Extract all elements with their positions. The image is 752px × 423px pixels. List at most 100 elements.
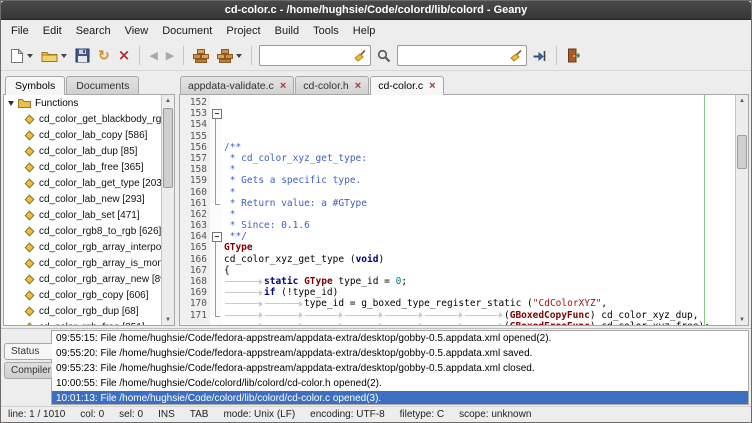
save-button[interactable] (71, 43, 94, 68)
find-button[interactable] (373, 43, 395, 68)
symbol-item[interactable]: cd_color_lab_dup [85] (4, 143, 174, 159)
line-number[interactable]: 164 (180, 231, 207, 242)
fold-margin-row (210, 298, 222, 309)
scroll-down-icon[interactable]: ▼ (162, 314, 174, 325)
window-titlebar[interactable]: cd-color.c - /home/hughsie/Code/colord/l… (1, 1, 751, 20)
menu-view[interactable]: View (118, 22, 156, 40)
line-number[interactable]: 162 (180, 209, 207, 220)
line-number[interactable]: 165 (180, 242, 207, 253)
sidebar-tab-documents[interactable]: Documents (66, 76, 139, 95)
menu-edit[interactable]: Edit (36, 22, 69, 40)
build-dropdown-icon[interactable] (236, 54, 242, 58)
symbol-item[interactable]: cd_color_rgb_array_interpolate [9 (4, 239, 174, 255)
line-number[interactable]: 155 (180, 131, 207, 142)
scroll-down-icon[interactable]: ▼ (736, 314, 748, 325)
tab-close-icon[interactable]: × (280, 81, 286, 92)
search-entry[interactable] (259, 45, 371, 66)
fold-margin[interactable] (210, 95, 222, 325)
menu-tools[interactable]: Tools (306, 22, 346, 40)
symbol-item[interactable]: cd_color_rgb_array_is_monotonic (4, 255, 174, 271)
symbol-item[interactable]: cd_color_lab_copy [586] (4, 127, 174, 143)
line-number[interactable]: 154 (180, 119, 207, 130)
symbol-item[interactable]: cd_color_get_blackbody_rgb [97 (4, 111, 174, 127)
sidebar-scrollbar[interactable]: ▲ ▼ (161, 95, 174, 325)
status-message-row[interactable]: 09:55:15: File /home/hughsie/Code/fedora… (52, 331, 748, 346)
goto-line-button[interactable] (529, 43, 551, 68)
goto-line-input[interactable] (401, 46, 510, 65)
goto-line-entry[interactable] (397, 45, 527, 66)
line-number[interactable]: 163 (180, 220, 207, 231)
build-button[interactable] (213, 43, 246, 68)
revert-button[interactable]: ↻ (94, 43, 114, 68)
line-number[interactable]: 170 (180, 298, 207, 309)
menu-build[interactable]: Build (268, 22, 306, 40)
status-message-row[interactable]: 09:55:23: File /home/hughsie/Code/fedora… (52, 361, 748, 376)
document-tab[interactable]: cd-color.h× (295, 76, 369, 95)
status-message-row[interactable]: 10:00:55: File /home/hughsie/Code/colord… (52, 376, 748, 391)
status-messages-list[interactable]: 09:55:15: File /home/hughsie/Code/fedora… (51, 330, 749, 405)
line-number[interactable]: 159 (180, 175, 207, 186)
symbol-item[interactable]: cd_color_lab_set [471] (4, 207, 174, 223)
new-file-dropdown-icon[interactable] (27, 54, 33, 58)
message-tab-compiler[interactable]: Compiler (4, 362, 52, 379)
code-area[interactable]: /** * cd_color_xyz_get_type: * * Gets a … (222, 95, 735, 325)
scroll-up-icon[interactable]: ▲ (162, 95, 174, 106)
line-number[interactable]: 167 (180, 265, 207, 276)
code-editor[interactable]: 1521531541551561571581591601611621631641… (179, 94, 749, 326)
symbol-item[interactable]: cd_color_rgb_dup [68] (4, 303, 174, 319)
menu-project[interactable]: Project (219, 22, 267, 40)
message-tab-status[interactable]: Status (4, 343, 52, 360)
line-number[interactable]: 168 (180, 276, 207, 287)
line-number[interactable]: 169 (180, 287, 207, 298)
line-number[interactable]: 157 (180, 153, 207, 164)
line-number[interactable]: 171 (180, 310, 207, 321)
compile-button[interactable] (189, 43, 213, 68)
line-number[interactable]: 160 (180, 187, 207, 198)
navigate-back-button[interactable]: ◀ (145, 43, 161, 68)
close-document-button[interactable]: × (114, 43, 135, 68)
clear-search-icon[interactable] (354, 49, 367, 62)
sidebar-scrollbar-thumb[interactable] (163, 108, 173, 188)
line-number[interactable]: 153 (180, 108, 207, 119)
sidebar-tab-symbols[interactable]: Symbols (5, 76, 65, 95)
tab-close-icon[interactable]: × (355, 81, 361, 92)
menu-search[interactable]: Search (69, 22, 118, 40)
menu-document[interactable]: Document (155, 22, 219, 40)
line-number[interactable]: 152 (180, 97, 207, 108)
navigate-forward-button[interactable]: ▶ (162, 43, 178, 68)
symbol-item[interactable]: cd_color_rgb_free [351] (4, 319, 174, 326)
clear-goto-icon[interactable] (510, 49, 523, 62)
symbol-item[interactable]: cd_color_lab_free [365] (4, 159, 174, 175)
symbol-item[interactable]: cd_color_rgb_copy [606] (4, 287, 174, 303)
symbol-item[interactable]: cd_color_rgb8_to_rgb [626] (4, 223, 174, 239)
status-message-row[interactable]: 10:01:13: File /home/hughsie/Code/colord… (52, 391, 748, 405)
line-number[interactable]: 161 (180, 198, 207, 209)
expander-icon[interactable] (8, 101, 14, 106)
new-file-button[interactable] (6, 43, 37, 68)
open-file-dropdown-icon[interactable] (61, 54, 67, 58)
line-number-gutter[interactable]: 1521531541551561571581591601611621631641… (180, 95, 210, 325)
scroll-up-icon[interactable]: ▲ (736, 95, 748, 106)
symbol-item[interactable]: cd_color_lab_new [293] (4, 191, 174, 207)
open-file-button[interactable] (37, 43, 71, 68)
status-message-row[interactable]: 09:55:20: File /home/hughsie/Code/fedora… (52, 346, 748, 361)
menu-file[interactable]: File (4, 22, 36, 40)
line-number[interactable]: 156 (180, 142, 207, 153)
line-number[interactable]: 158 (180, 164, 207, 175)
symbol-item[interactable]: cd_color_lab_get_type [203] (4, 175, 174, 191)
editor-scrollbar[interactable]: ▲ ▼ (735, 95, 748, 325)
fold-marker-icon[interactable] (210, 108, 222, 119)
symbol-item[interactable]: cd_color_rgb_array_new [896] (4, 271, 174, 287)
document-tab[interactable]: appdata-validate.c× (180, 76, 294, 95)
menu-help[interactable]: Help (346, 22, 383, 40)
search-input[interactable] (263, 46, 354, 65)
document-tab[interactable]: cd-color.c× (370, 76, 443, 95)
quit-button[interactable] (562, 43, 585, 68)
line-number[interactable]: 166 (180, 254, 207, 265)
symbols-root-row[interactable]: Functions (4, 95, 174, 111)
tab-whitespace-icon (384, 321, 424, 325)
fold-marker-icon[interactable] (210, 231, 222, 242)
tab-close-icon[interactable]: × (429, 81, 435, 92)
editor-scrollbar-thumb[interactable] (737, 135, 747, 169)
symbols-panel[interactable]: Functions cd_color_get_blackbody_rgb [97… (3, 94, 175, 326)
